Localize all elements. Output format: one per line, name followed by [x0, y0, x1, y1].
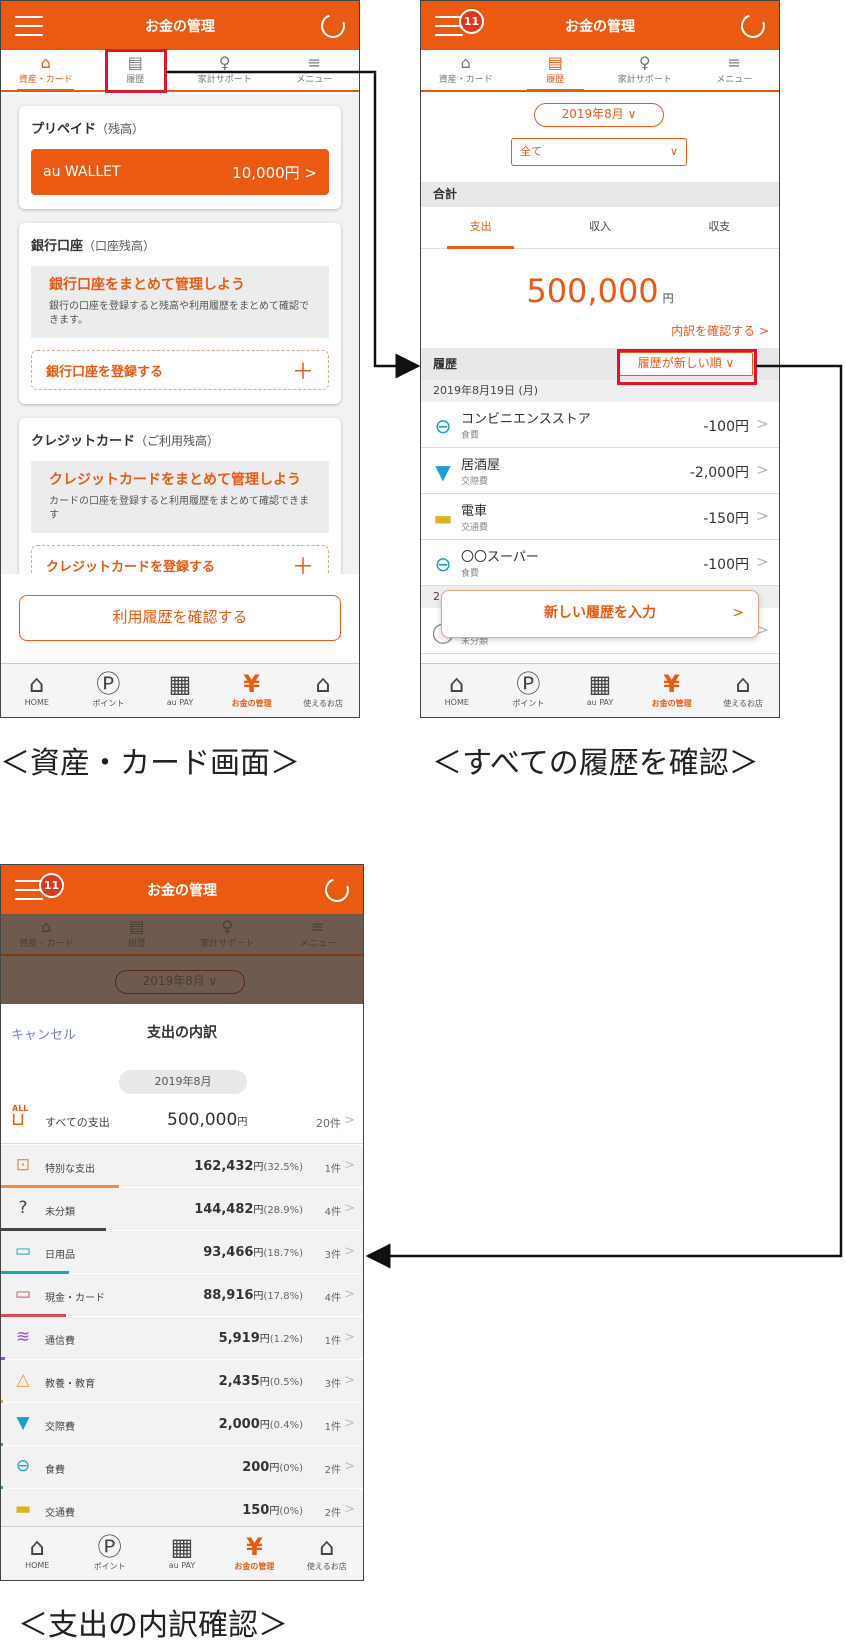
flow-arrows [166, 70, 843, 1269]
arrow-assets-to-history [166, 70, 421, 379]
arrow-history-to-breakdown [365, 364, 843, 1269]
